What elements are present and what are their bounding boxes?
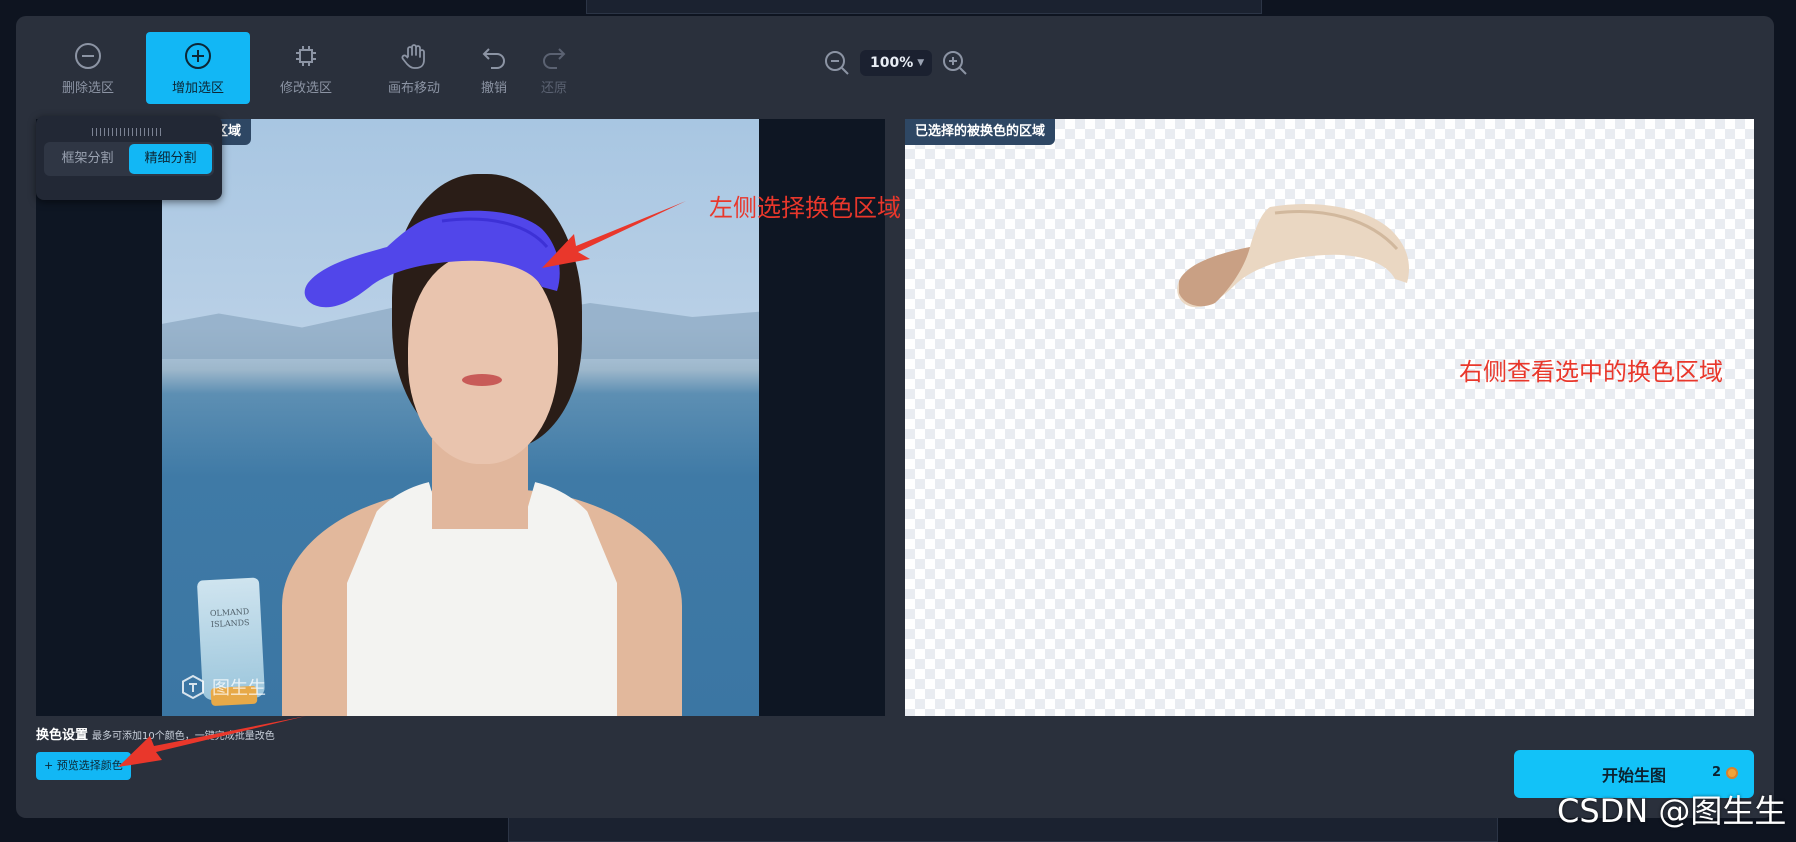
zoom-out-icon[interactable] [824, 50, 850, 76]
background-app-bottom-bar [508, 816, 1498, 842]
tool-label: 画布移动 [387, 80, 440, 96]
tushengsheng-watermark: 图生生 [180, 674, 266, 700]
tool-label: 还原 [540, 80, 567, 96]
color-change-modal: 删除选区 增加选区 修改选区 画布移动 撤销 还原 100% ▼ OLMAND … [16, 16, 1774, 818]
annotation-right: 右侧查看选中的换色区域 [1459, 358, 1723, 386]
tool-label: 删除选区 [61, 80, 114, 96]
plus-circle-icon [185, 42, 211, 69]
selected-region-preview-panel: 已选择的被换色的区域 [905, 119, 1754, 716]
credit-cost-value: 2 [1711, 765, 1721, 780]
segmentation-mode-tabs: 框架分割 精细分割 [44, 142, 214, 176]
color-settings-title: 换色设置 [36, 728, 89, 743]
brush-size-ticks[interactable] [92, 128, 162, 136]
zoom-select[interactable]: 100% ▼ [860, 50, 933, 76]
modify-selection-tool[interactable]: 修改选区 [254, 32, 358, 104]
tool-label: 撤销 [480, 80, 507, 96]
zoom-in-icon[interactable] [942, 50, 968, 76]
annotation-left: 左侧选择换色区域 [709, 194, 901, 222]
add-selection-tool[interactable]: 增加选区 [146, 32, 250, 104]
zoom-control: 100% ▼ [824, 50, 968, 76]
zoom-value: 100% [870, 55, 914, 71]
tool-label: 修改选区 [279, 80, 332, 96]
right-panel-tag: 已选择的被换色的区域 [905, 119, 1056, 145]
logo-hex-icon [182, 674, 204, 700]
tab-frame-segmentation[interactable]: 框架分割 [46, 144, 129, 174]
credit-cost: 2 [1712, 765, 1738, 780]
redo-icon [543, 47, 566, 69]
chip-icon [296, 45, 316, 66]
tool-label: 增加选区 [171, 80, 224, 96]
csdn-watermark: CSDN @图生生 [1557, 792, 1787, 830]
undo-tool[interactable]: 撤销 [462, 32, 526, 104]
tab-fine-segmentation[interactable]: 精细分割 [129, 144, 212, 174]
source-photo[interactable]: OLMAND ISLANDS 图生生 [162, 119, 759, 716]
extracted-visor [1177, 203, 1410, 308]
undo-icon [482, 47, 505, 69]
watermark-text: 图生生 [212, 678, 266, 699]
canvas-move-tool[interactable]: 画布移动 [362, 32, 466, 104]
caret-down-icon: ▼ [917, 58, 925, 68]
lips [462, 374, 502, 386]
selected-visor-mask [304, 210, 560, 308]
preview-select-color-button[interactable]: + 预览选择颜色 [36, 752, 131, 780]
color-settings-header: 换色设置 最多可添加10个颜色，一键完成批量改色 [36, 724, 275, 743]
color-settings-hint: 最多可添加10个颜色，一键完成批量改色 [92, 731, 275, 742]
segmentation-popup: 框架分割 精细分割 [36, 116, 222, 200]
redo-tool[interactable]: 还原 [522, 32, 586, 104]
delete-selection-tool[interactable]: 删除选区 [36, 32, 140, 104]
background-app-toolbar [586, 0, 1262, 14]
minus-circle-icon [75, 42, 101, 69]
hand-icon [401, 43, 425, 69]
start-generate-label: 开始生图 [1601, 766, 1666, 785]
bottle-label: OLMAND ISLANDS [209, 607, 250, 630]
coin-icon [1726, 766, 1738, 779]
